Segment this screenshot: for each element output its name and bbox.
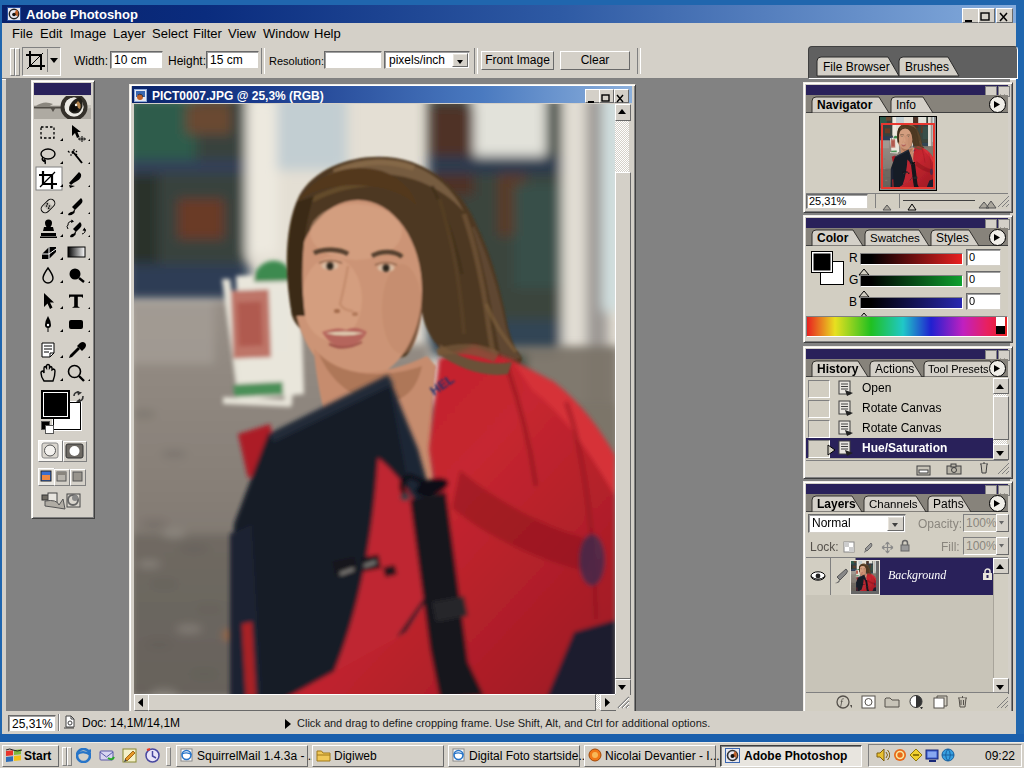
svg-text:f: f bbox=[840, 697, 844, 708]
